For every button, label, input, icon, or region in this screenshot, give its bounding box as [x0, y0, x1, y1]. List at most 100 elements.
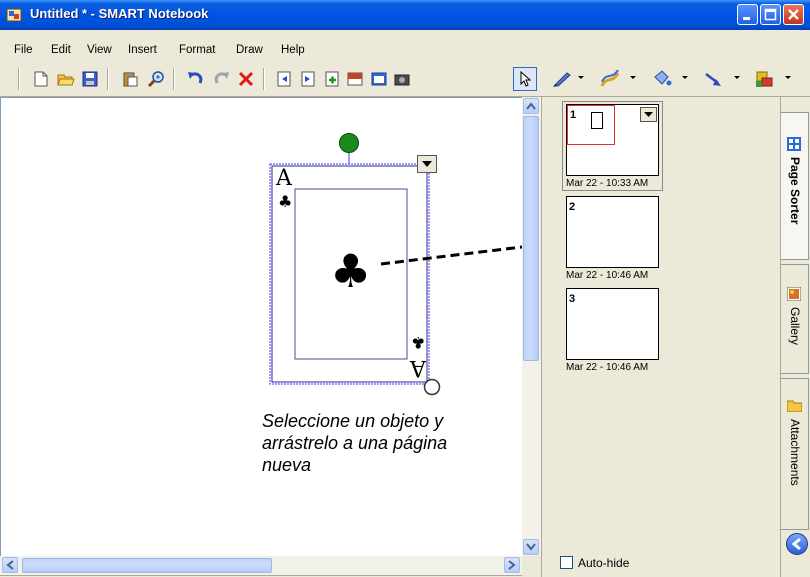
- tab-page-sorter[interactable]: Page Sorter: [781, 112, 809, 260]
- undo-button[interactable]: [186, 69, 206, 89]
- maximize-button[interactable]: [760, 4, 781, 25]
- page-thumbnail-2[interactable]: 2: [566, 196, 659, 268]
- save-button[interactable]: [80, 69, 100, 89]
- toolbar-separator: [107, 68, 109, 90]
- next-page-button[interactable]: [298, 69, 318, 89]
- menu-draw[interactable]: Draw: [236, 44, 263, 56]
- tab-gallery[interactable]: Gallery: [781, 264, 809, 374]
- new-page-icon: [34, 71, 48, 87]
- close-button[interactable]: [783, 4, 804, 25]
- arrow-up-icon: [526, 102, 536, 110]
- creative-pen-icon: [600, 70, 620, 87]
- close-icon: [788, 9, 799, 20]
- arrow-right-icon: [508, 560, 516, 570]
- rotate-handle[interactable]: [339, 133, 359, 153]
- card-suit-center: ♣: [330, 244, 372, 298]
- tab-page-sorter-label: Page Sorter: [788, 157, 802, 225]
- tab-gallery-label: Gallery: [788, 307, 802, 346]
- full-screen-button[interactable]: [369, 69, 389, 89]
- shapes-button[interactable]: [755, 69, 775, 89]
- page-number-2: 2: [569, 201, 576, 213]
- fill-dropdown[interactable]: [682, 76, 688, 79]
- scroll-left-button[interactable]: [2, 557, 18, 573]
- card-rank-top: A: [276, 166, 292, 191]
- open-button[interactable]: [56, 69, 76, 89]
- add-page-button[interactable]: [322, 69, 342, 89]
- redo-button[interactable]: [211, 69, 231, 89]
- menu-format[interactable]: Format: [179, 44, 215, 56]
- smart-notebook-app-icon: [6, 8, 22, 22]
- card-suit-small-top: ♣: [278, 192, 293, 211]
- creative-pen-button[interactable]: [600, 69, 620, 89]
- pen-button[interactable]: [552, 69, 572, 89]
- delete-icon: [238, 71, 254, 87]
- capture-button[interactable]: [392, 69, 412, 89]
- scroll-up-button[interactable]: [523, 98, 539, 114]
- zoom-button[interactable]: [146, 69, 166, 89]
- horizontal-scroll-thumb[interactable]: [22, 558, 272, 573]
- new-page-button[interactable]: [31, 69, 51, 89]
- fill-icon: [654, 70, 672, 86]
- creative-pen-dropdown[interactable]: [630, 76, 636, 79]
- line-button[interactable]: [704, 69, 724, 89]
- page-menu-button[interactable]: [640, 107, 657, 122]
- arrow-left-icon: [791, 537, 801, 551]
- full-screen-icon: [371, 72, 387, 86]
- resize-handle[interactable]: [423, 378, 441, 396]
- page-thumbnail-3[interactable]: 3: [566, 288, 659, 360]
- delete-button[interactable]: [236, 69, 256, 89]
- page-thumbnail-1[interactable]: 1: [566, 104, 659, 176]
- card-suit-small-bottom: ♣: [411, 333, 426, 352]
- paste-icon: [123, 72, 138, 87]
- auto-hide-label: Auto-hide: [578, 556, 630, 570]
- chevron-down-icon: [422, 161, 432, 167]
- page-date-3: Mar 22 - 10:46 AM: [566, 362, 649, 373]
- page-number-3: 3: [569, 293, 576, 305]
- fill-button[interactable]: [652, 69, 672, 89]
- page-sorter-icon: [787, 137, 801, 151]
- minimize-button[interactable]: [737, 4, 758, 25]
- menu-edit[interactable]: Edit: [51, 44, 71, 56]
- page-date-2: Mar 22 - 10:46 AM: [566, 270, 649, 281]
- card-thumbnail: [591, 112, 603, 129]
- redo-icon: [214, 72, 229, 84]
- pen-icon: [553, 72, 571, 87]
- toolbar-grip: [18, 68, 20, 90]
- capture-icon: [394, 74, 410, 86]
- select-arrow-icon: [520, 71, 532, 87]
- menu-file[interactable]: File: [14, 44, 33, 56]
- next-page-icon: [301, 71, 315, 87]
- toolbar-separator: [263, 68, 265, 90]
- add-page-icon: [325, 71, 339, 87]
- line-dropdown[interactable]: [734, 76, 740, 79]
- scroll-down-button[interactable]: [523, 539, 539, 555]
- menu-help[interactable]: Help: [281, 44, 305, 56]
- open-folder-icon: [57, 74, 75, 86]
- chevron-down-icon: [644, 112, 653, 117]
- zoom-icon: [147, 71, 164, 88]
- screen-shade-icon: [347, 72, 363, 86]
- paste-button[interactable]: [120, 69, 140, 89]
- arrow-down-icon: [526, 543, 536, 551]
- previous-page-icon: [277, 71, 291, 87]
- line-icon: [705, 73, 721, 86]
- vertical-scroll-thumb[interactable]: [523, 116, 539, 361]
- object-menu-button[interactable]: [417, 155, 437, 173]
- minimize-icon: [743, 17, 750, 20]
- tab-attachments[interactable]: Attachments: [781, 378, 809, 530]
- menu-insert[interactable]: Insert: [128, 44, 157, 56]
- previous-page-button[interactable]: [274, 69, 294, 89]
- auto-hide-checkbox[interactable]: [560, 556, 573, 569]
- undo-icon: [188, 72, 203, 84]
- arrow-left-icon: [6, 560, 14, 570]
- scroll-right-button[interactable]: [504, 557, 520, 573]
- select-tool[interactable]: [515, 69, 535, 89]
- save-icon: [82, 71, 98, 87]
- menu-view[interactable]: View: [87, 44, 112, 56]
- screen-shade-button[interactable]: [345, 69, 365, 89]
- shapes-icon: [756, 71, 773, 87]
- maximize-icon: [764, 8, 777, 21]
- shapes-dropdown[interactable]: [785, 76, 791, 79]
- pen-dropdown[interactable]: [578, 76, 584, 79]
- move-sidebar-button[interactable]: [786, 533, 808, 555]
